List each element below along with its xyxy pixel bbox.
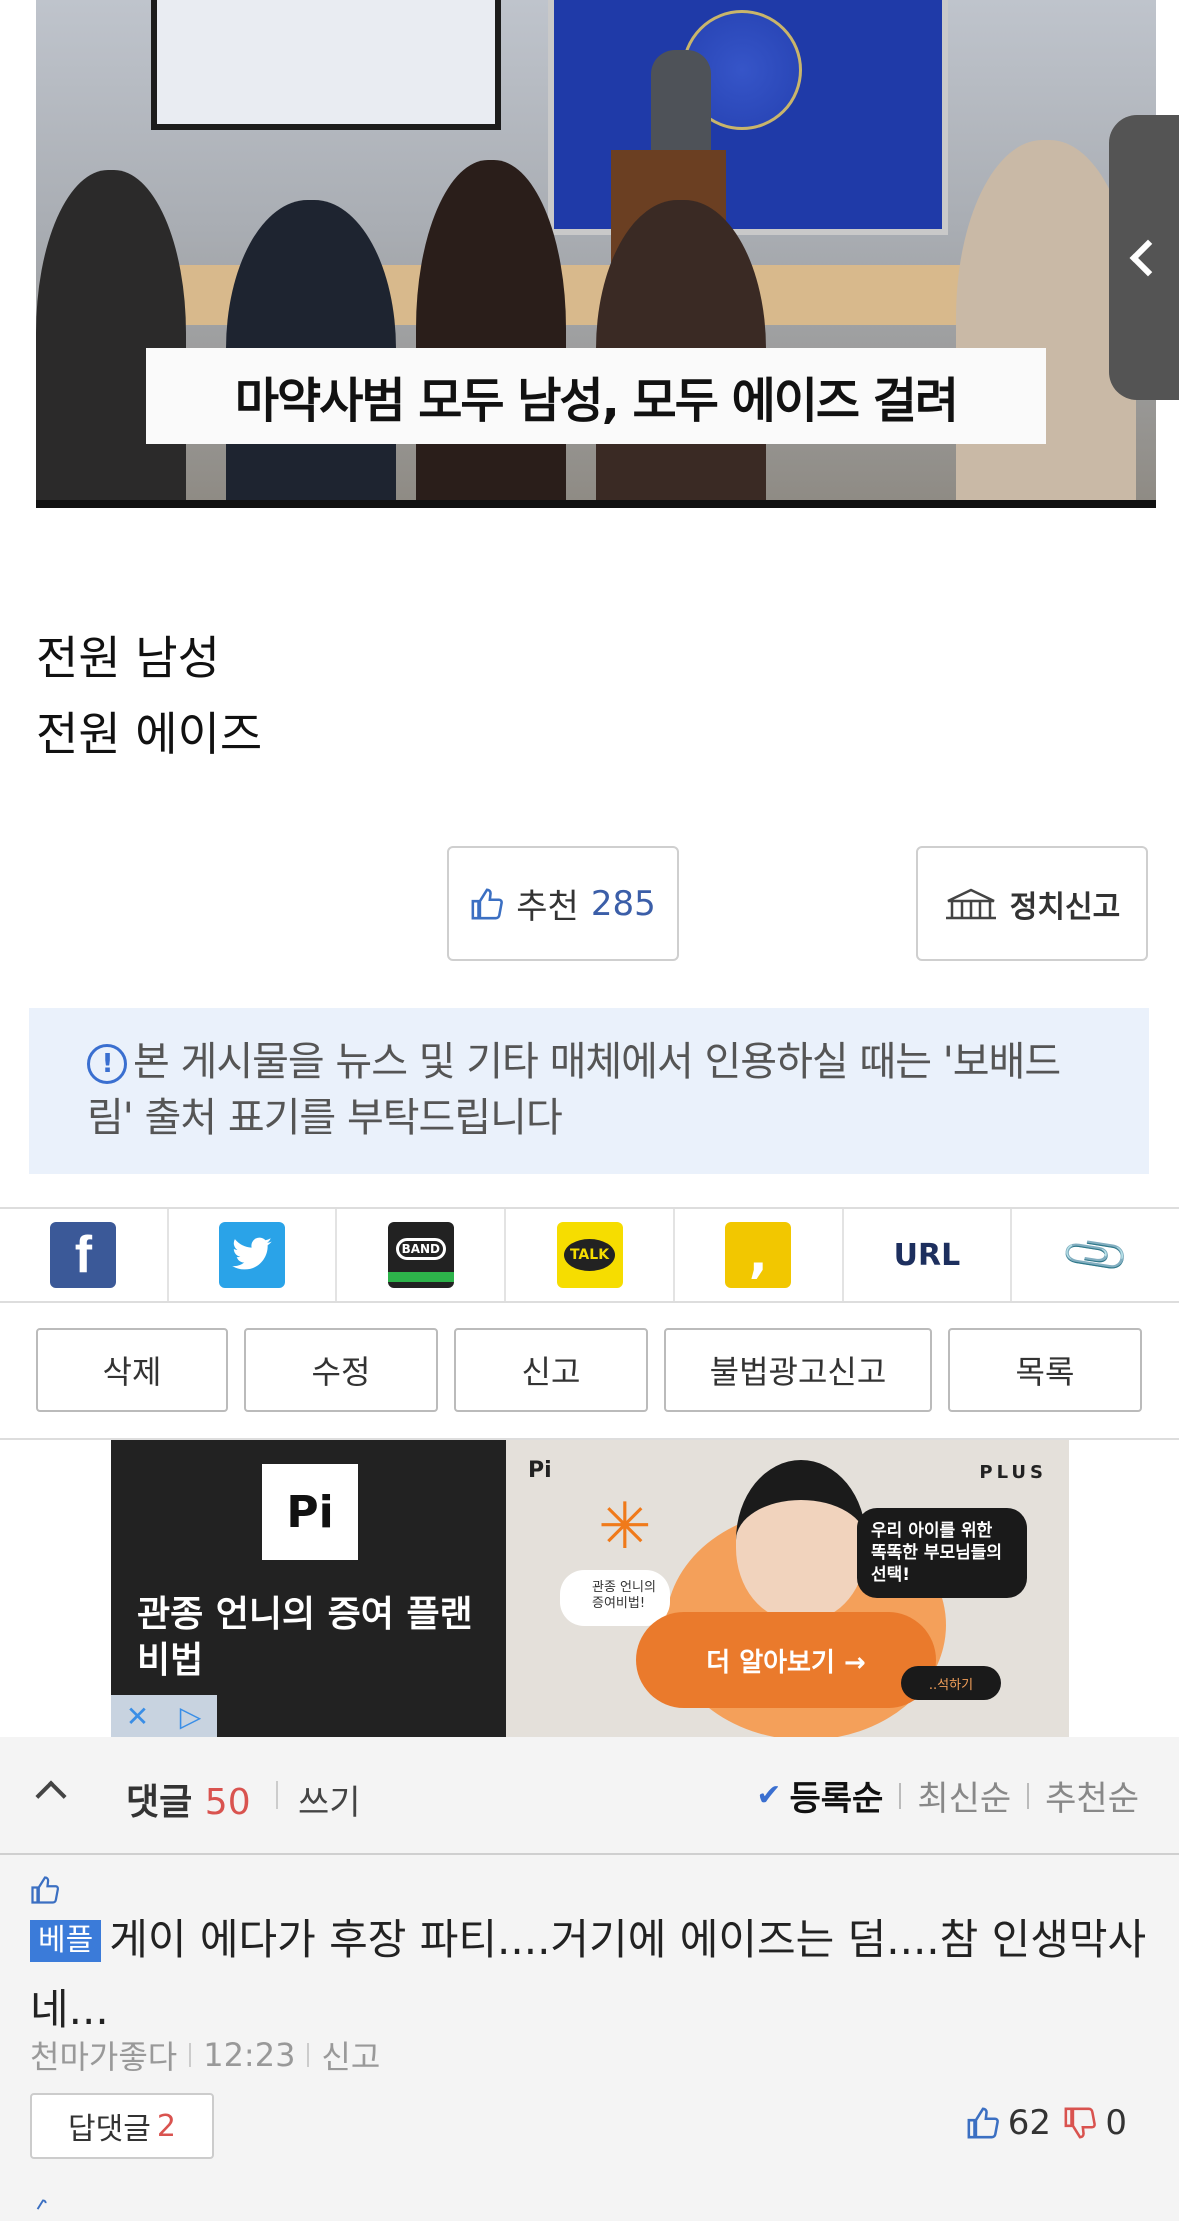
list-button[interactable]: 목록 [948, 1328, 1142, 1412]
video-progress-bar [36, 500, 1156, 508]
separator [276, 1781, 278, 1809]
post-image: 마약사범 모두 남성, 모두 에이즈 걸려 [36, 0, 1156, 508]
comment-sort: ✔ 등록순 최신순 추천순 [756, 1771, 1139, 1820]
comments-title: 댓글 50 [126, 1773, 251, 1825]
checkmark-icon: ✔ [756, 1778, 782, 1813]
political-report-button[interactable]: 정치신고 [916, 846, 1148, 961]
share-kakaostory[interactable]: , [675, 1209, 844, 1301]
notice-text: 본 게시물을 뉴스 및 기타 매체에서 인용하실 때는 '보배드림' 출처 표기… [87, 1039, 1061, 1141]
ad-cta-button[interactable]: 더 알아보기 → [636, 1612, 936, 1708]
comment-meta: 천마가좋다 12:23 신고 [30, 2032, 380, 2078]
best-comment-badge: 베플 [30, 1920, 102, 1962]
share-kakaotalk[interactable]: TALK [506, 1209, 675, 1301]
recommend-count: 285 [590, 883, 656, 924]
band-label: BAND [395, 1238, 446, 1260]
url-label: URL [893, 1237, 961, 1273]
report-button[interactable]: 신고 [454, 1328, 648, 1412]
reply-label: 답댓글 [68, 2112, 151, 2147]
share-url[interactable]: URL [844, 1209, 1013, 1301]
band-stripe [387, 1272, 454, 1282]
ad-model-figure [736, 1460, 866, 1620]
kakaotalk-icon: TALK [556, 1222, 623, 1288]
comment-dislike-button[interactable]: 0 [1063, 2103, 1127, 2143]
speaker-figure [651, 50, 711, 160]
asterisk-icon: ✳ [598, 1490, 652, 1564]
comments-label: 댓글 [126, 1782, 193, 1823]
kakaotalk-label: TALK [563, 1239, 616, 1271]
audience-person [416, 160, 566, 508]
sort-recommended[interactable]: 추천순 [1045, 1771, 1139, 1820]
thumbs-down-icon [1064, 2107, 1097, 2139]
ad-small-logo: Pi [528, 1458, 552, 1483]
ad-bubble-left: 관종 언니의 증여비법! [560, 1570, 670, 1626]
projector-screen [151, 0, 501, 130]
ad-brand: PLUS [979, 1462, 1047, 1483]
collapse-chevron-up-icon[interactable] [35, 1780, 67, 1812]
adchoices-icon[interactable]: ▷ [164, 1695, 217, 1737]
like-count: 62 [1007, 2103, 1051, 2143]
sort-registered[interactable]: 등록순 [789, 1771, 883, 1820]
sort-latest[interactable]: 최신순 [917, 1771, 1011, 1820]
ad-close-icon[interactable]: ✕ [111, 1695, 164, 1737]
side-panel-toggle[interactable] [1109, 115, 1179, 400]
chevron-left-icon [1129, 239, 1167, 276]
post-line: 전원 남성 [36, 631, 220, 685]
ad-controls: ✕ ▷ [111, 1695, 217, 1737]
comments-header: 댓글 50 쓰기 ✔ 등록순 최신순 추천순 [0, 1737, 1179, 1855]
thumbs-up-icon [471, 888, 504, 919]
separator [189, 2043, 192, 2067]
ad-headline: 관종 언니의 증여 플랜 비법 [137, 1594, 473, 1681]
separator [307, 2043, 310, 2067]
share-twitter[interactable] [169, 1209, 338, 1301]
dislike-count: 0 [1105, 2103, 1127, 2143]
delete-button[interactable]: 삭제 [36, 1328, 228, 1412]
share-facebook[interactable]: f [0, 1209, 169, 1301]
image-caption: 마약사범 모두 남성, 모두 에이즈 걸려 [146, 348, 1046, 444]
band-icon: BAND [387, 1222, 454, 1288]
ad-image[interactable]: Pi PLUS ✳ 관종 언니의 증여비법! 우리 아이를 위한 똑똑한 부모님… [506, 1440, 1069, 1737]
paperclip-icon: 📎 [1058, 1218, 1134, 1293]
audience-person [36, 170, 186, 508]
comment-text: 게이 에다가 후장 파티....거기에 에이즈는 덤....참 인생막사네... [30, 1915, 1147, 2034]
comment-author[interactable]: 천마가좋다 [30, 2032, 177, 2078]
comment-text-block: 베플 게이 에다가 후장 파티....거기에 에이즈는 덤....참 인생막사네.… [30, 1905, 1160, 2045]
advertisement[interactable]: Pi 관종 언니의 증여 플랜 비법 ✕ ▷ Pi PLUS ✳ 관종 언니의 … [111, 1440, 1069, 1737]
thumbs-up-icon [967, 2107, 999, 2139]
share-bar: f BAND TALK , URL 📎 [0, 1207, 1179, 1303]
reply-count: 2 [156, 2108, 176, 2144]
comment-item: 베플 게이 에다가 후장 파티....거기에 에이즈는 덤....참 인생막사네.… [0, 1855, 1179, 2221]
government-building-icon [945, 888, 996, 919]
comment-like-button[interactable]: 62 [966, 2103, 1051, 2143]
comments-count: 50 [204, 1782, 251, 1823]
kakaostory-icon: , [725, 1222, 792, 1288]
next-comment-thumbs-up-icon [30, 2195, 56, 2221]
citation-notice: ! 본 게시물을 뉴스 및 기타 매체에서 인용하실 때는 '보배드림' 출처 표… [29, 1008, 1149, 1174]
exclamation-icon: ! [87, 1044, 127, 1084]
ad-left-panel[interactable]: Pi 관종 언니의 증여 플랜 비법 ✕ ▷ [111, 1440, 506, 1737]
post-body: 전원 남성 전원 에이즈 [36, 620, 262, 772]
separator [899, 1782, 902, 1809]
twitter-icon [219, 1222, 286, 1288]
political-report-label: 정치신고 [1009, 889, 1121, 925]
comment-time: 12:23 [203, 2036, 296, 2074]
facebook-icon: f [50, 1222, 117, 1288]
separator [1027, 1782, 1030, 1809]
edit-button[interactable]: 수정 [244, 1328, 438, 1412]
recommend-label: 추천 [516, 887, 579, 927]
recommend-button[interactable]: 추천 285 [447, 846, 679, 961]
reply-button[interactable]: 답댓글 2 [30, 2093, 214, 2159]
post-line: 전원 에이즈 [36, 707, 263, 761]
ad-mini-button[interactable]: ..석하기 [901, 1666, 1001, 1700]
post-actions: 삭제 수정 신고 불법광고신고 목록 [36, 1328, 1142, 1412]
comment-report-link[interactable]: 신고 [321, 2032, 380, 2078]
ad-bubble-right: 우리 아이를 위한 똑똑한 부모님들의 선택! [857, 1508, 1027, 1598]
illegal-ad-report-button[interactable]: 불법광고신고 [664, 1328, 932, 1412]
ad-logo: Pi [262, 1464, 358, 1560]
share-attach[interactable]: 📎 [1012, 1209, 1179, 1301]
write-comment-link[interactable]: 쓰기 [298, 1775, 361, 1824]
share-band[interactable]: BAND [337, 1209, 507, 1301]
